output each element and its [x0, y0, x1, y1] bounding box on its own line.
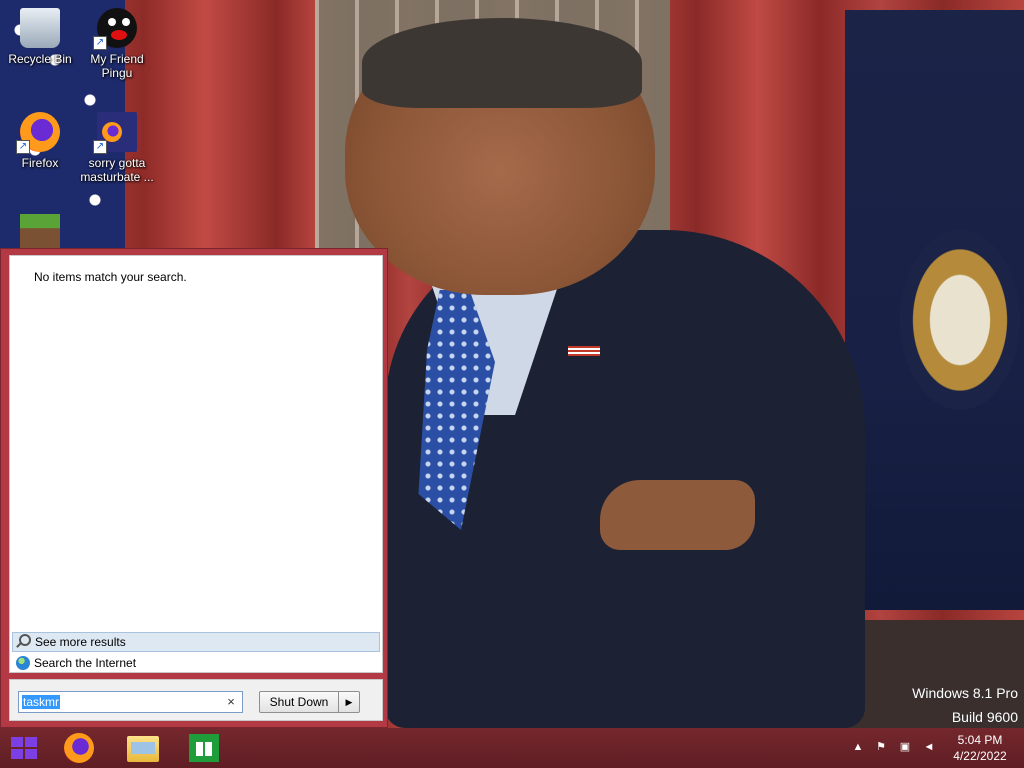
see-more-results-label: See more results	[35, 635, 126, 649]
search-input[interactable]: taskmr	[22, 695, 60, 709]
desktop-icon-label: My Friend Pingu	[90, 52, 144, 80]
clock-date: 4/22/2022	[953, 749, 1007, 763]
desktop-icon-my-friend-pingu[interactable]: ↗ My Friend Pingu	[77, 8, 157, 80]
start-button[interactable]	[0, 728, 48, 768]
desktop-icon-firefox[interactable]: ↗ Firefox	[0, 112, 80, 170]
search-internet-label: Search the Internet	[34, 656, 137, 670]
shortcut-arrow-icon: ↗	[93, 140, 107, 154]
search-internet-link[interactable]: Search the Internet	[12, 654, 380, 674]
action-center-flag-icon[interactable]: ⚑	[874, 740, 888, 754]
start-search-box[interactable]: taskmr ×	[18, 691, 243, 713]
wallpaper-hair	[362, 18, 642, 108]
taskbar-file-explorer-icon[interactable]	[127, 736, 159, 762]
shortcut-arrow-icon: ↗	[93, 36, 107, 50]
desktop-icon-label: Recycle Bin	[8, 52, 72, 66]
windows-build-watermark: Build 9600	[951, 709, 1018, 725]
taskbar-firefox-icon[interactable]	[64, 733, 94, 763]
windows-edition-watermark: Windows 8.1 Pro	[912, 685, 1018, 701]
taskbar: ▲ ⚑ ▣ ◄ 5:04 PM 4/22/2022	[0, 728, 1024, 768]
taskbar-clock[interactable]: 5:04 PM 4/22/2022	[944, 732, 1016, 764]
wallpaper-seal	[900, 230, 1020, 410]
show-hidden-icons-button[interactable]: ▲	[851, 740, 865, 754]
start-bottom-bar: taskmr × Shut Down ▶	[9, 679, 383, 721]
pingu-icon: ↗	[93, 8, 137, 50]
firefox-icon: ↗	[16, 112, 60, 154]
shut-down-options-button[interactable]: ▶	[338, 691, 360, 713]
wallpaper-flag-pin	[568, 346, 600, 356]
desktop-icon-recycle-bin[interactable]: Recycle Bin	[0, 8, 80, 66]
search-icon	[19, 634, 31, 646]
desktop-icon-label: sorry gotta masturbate ...	[80, 156, 154, 184]
search-results-pane: No items match your search. See more res…	[9, 255, 383, 673]
firefox-file-icon: ↗	[93, 112, 137, 154]
network-icon[interactable]: ▣	[898, 740, 912, 754]
taskbar-store-icon[interactable]	[189, 734, 219, 762]
recycle-bin-icon	[20, 8, 60, 48]
see-more-results-link[interactable]: See more results	[12, 632, 380, 652]
shortcut-arrow-icon: ↗	[16, 140, 30, 154]
shut-down-button[interactable]: Shut Down	[259, 691, 339, 713]
windows-logo-icon	[11, 737, 37, 759]
no-results-message: No items match your search.	[34, 270, 187, 284]
clear-search-icon[interactable]: ×	[224, 694, 238, 710]
volume-muted-icon[interactable]: ◄	[922, 740, 936, 754]
desktop-icon-firefox-file[interactable]: ↗ sorry gotta masturbate ...	[77, 112, 157, 184]
clock-time: 5:04 PM	[957, 733, 1003, 747]
internet-explorer-icon	[16, 656, 30, 670]
start-menu-panel: No items match your search. See more res…	[0, 248, 388, 728]
wallpaper-hand	[600, 480, 755, 550]
desktop-icon-label: Firefox	[21, 156, 59, 170]
